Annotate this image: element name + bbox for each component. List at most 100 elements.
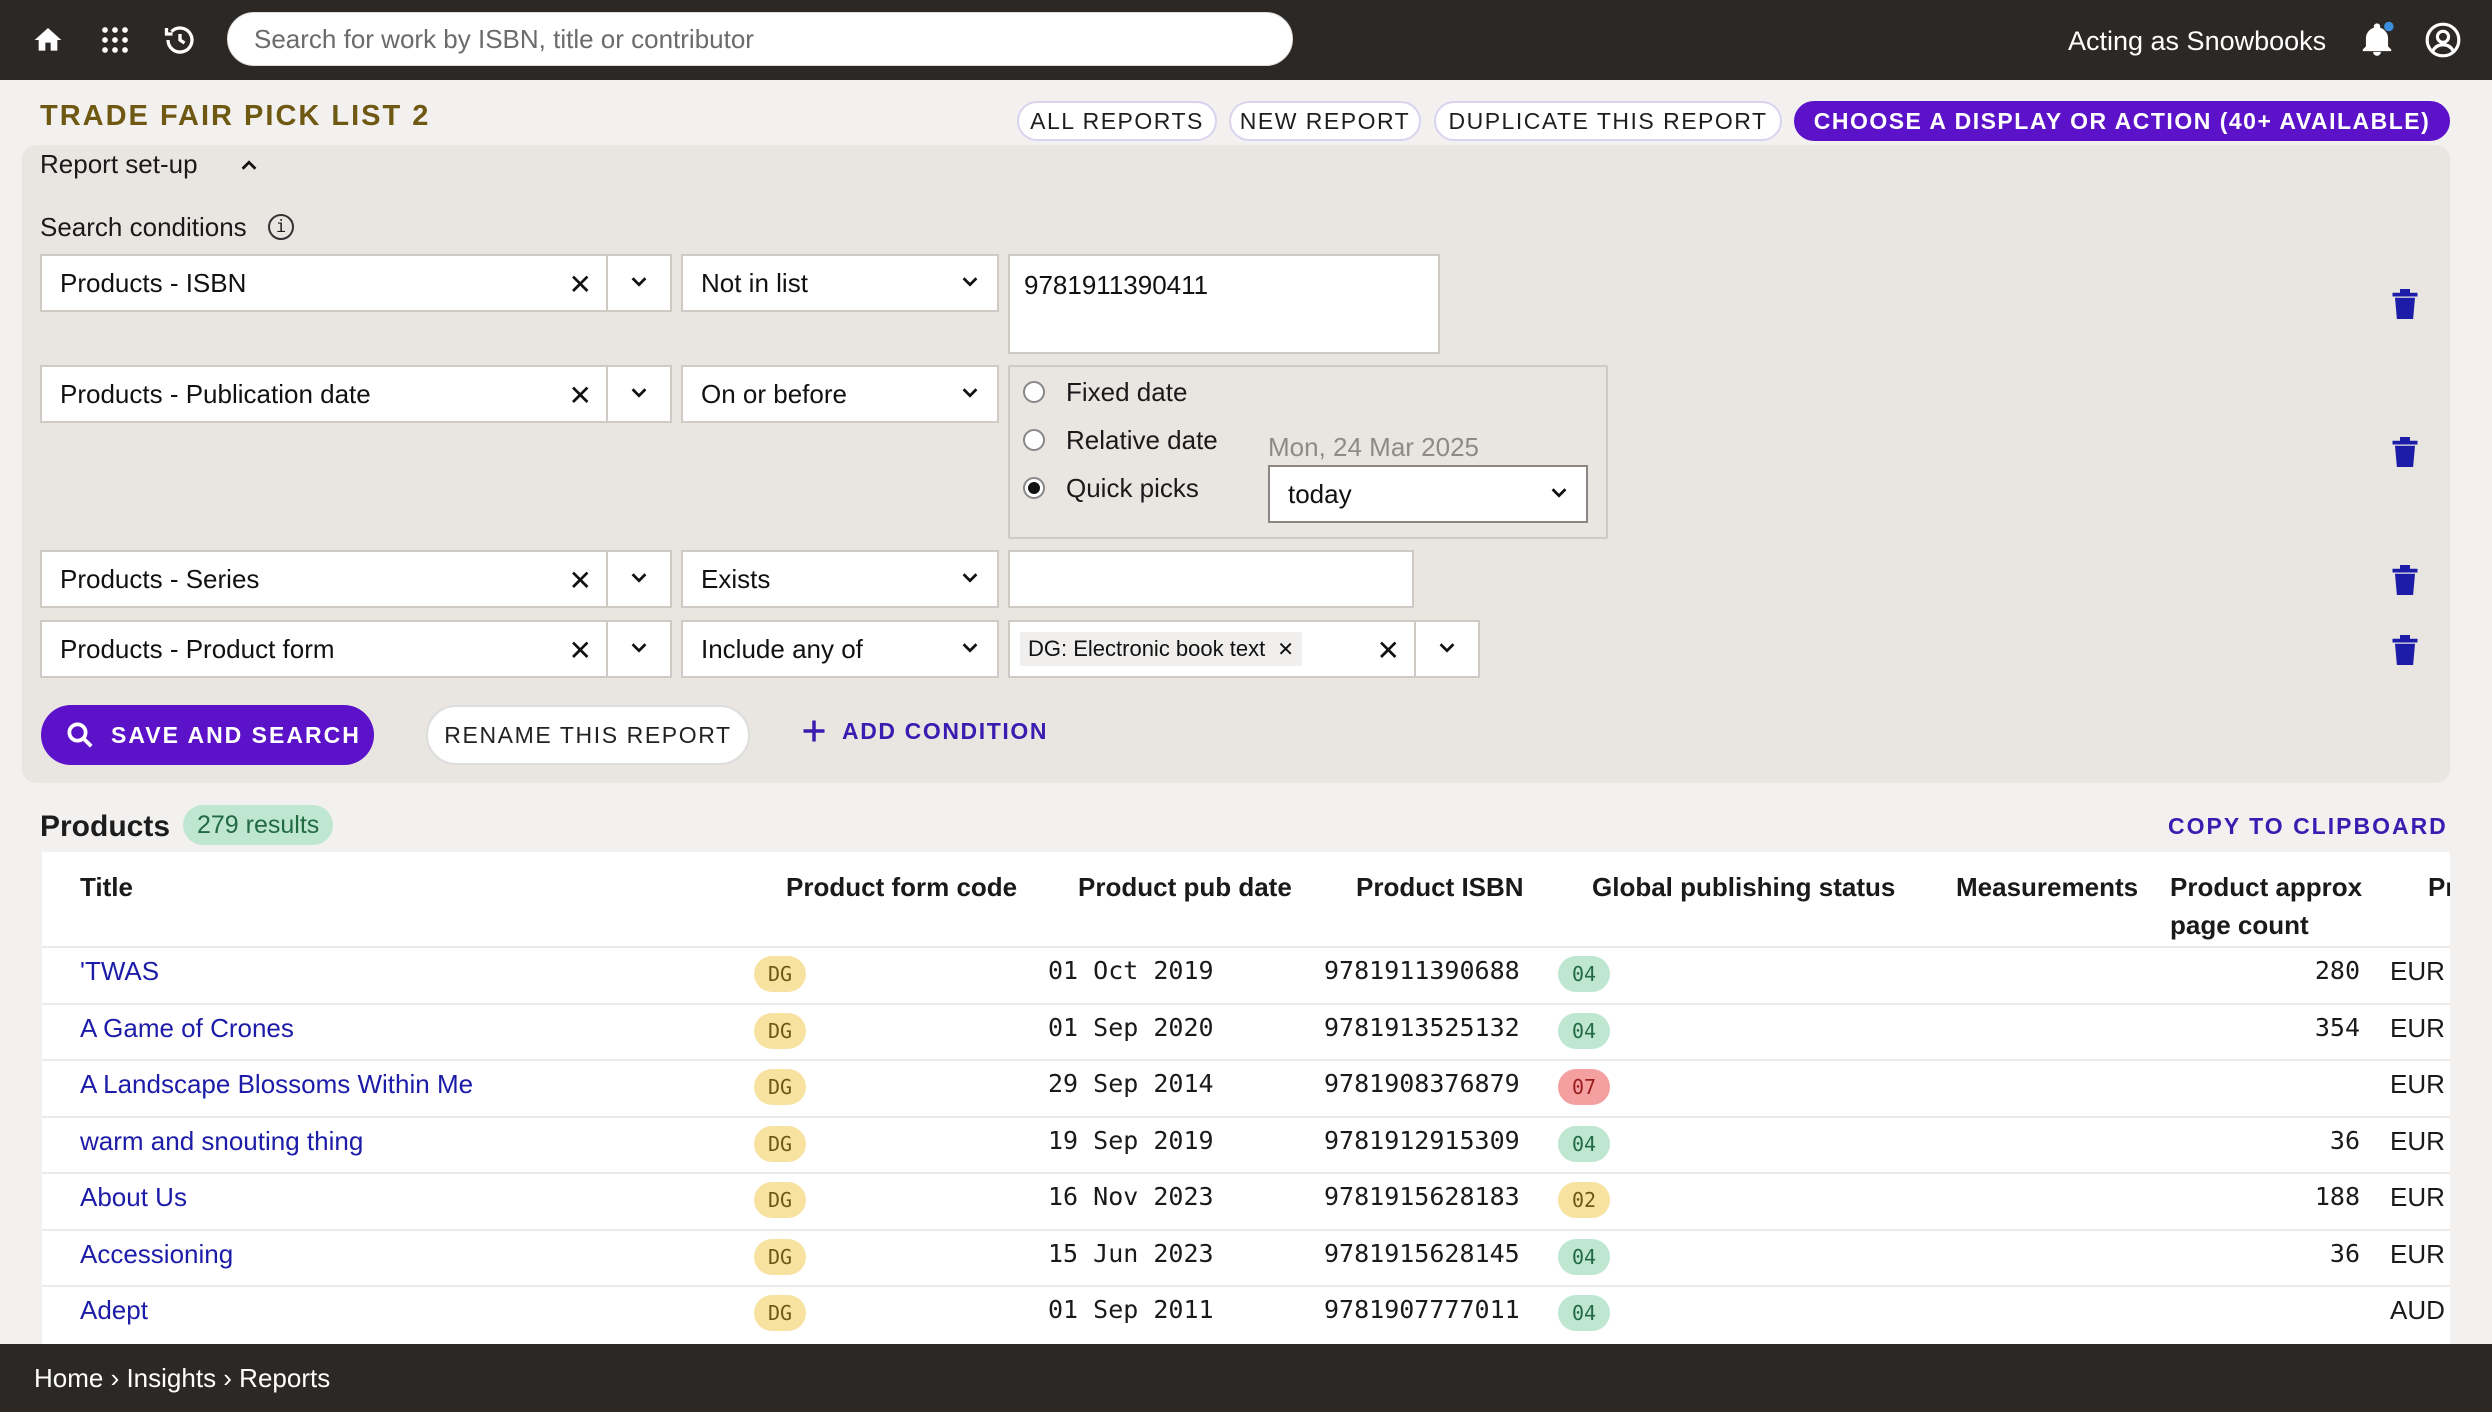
condition-operator-select[interactable]: Include any of (681, 620, 999, 678)
operator-value: Exists (701, 563, 771, 594)
title-link[interactable]: warm and snouting thing (80, 1126, 363, 1157)
divider (606, 367, 608, 421)
series-value-input[interactable] (1008, 550, 1414, 608)
save-and-search-button[interactable]: SAVE AND SEARCH (41, 705, 374, 765)
condition-operator-select[interactable]: On or before (681, 365, 999, 423)
chevron-down-icon (962, 388, 978, 398)
quick-picks-radio[interactable] (1023, 477, 1045, 499)
clear-icon[interactable]: ✕ (569, 379, 592, 412)
clear-icon[interactable]: ✕ (1377, 634, 1400, 667)
page-count: 280 (2314, 956, 2360, 985)
apps-grid-icon[interactable] (95, 20, 135, 60)
choose-display-action-button[interactable]: CHOOSE A DISPLAY OR ACTION (40+ AVAILABL… (1794, 101, 2450, 141)
column-header-measurements[interactable]: Measurements (1956, 868, 2138, 906)
title-link[interactable]: About Us (80, 1182, 187, 1213)
relative-date-label: Relative date (1066, 425, 1218, 455)
chevron-up-icon (241, 160, 257, 170)
info-icon[interactable]: i (268, 214, 294, 240)
form-code-badge: DG (754, 1012, 806, 1049)
table-row[interactable]: About Us DG 16 Nov 2023 9781915628183 02 188 E… (42, 1172, 2450, 1228)
quick-pick-value: today (1288, 478, 1352, 509)
trash-icon[interactable] (2390, 286, 2420, 322)
quick-picks-label: Quick picks (1066, 473, 1199, 503)
divider (606, 552, 608, 606)
field-value: Products - Series (60, 563, 260, 594)
clear-icon[interactable]: ✕ (569, 634, 592, 667)
fixed-date-radio[interactable] (1023, 381, 1045, 403)
new-report-button[interactable]: NEW REPORT (1229, 101, 1421, 141)
trash-icon[interactable] (2390, 632, 2420, 668)
search-input[interactable] (227, 12, 1293, 66)
column-header-publishing-status[interactable]: Global publishing status (1592, 868, 1895, 906)
clear-icon[interactable]: ✕ (569, 564, 592, 597)
price: EUR : (2390, 1012, 2450, 1043)
pub-date: 19 Sep 2019 (1048, 1125, 1214, 1155)
report-setup-toggle[interactable]: Report set-up (40, 149, 257, 180)
chevron-down-icon[interactable] (1436, 636, 1458, 658)
operator-value: On or before (701, 378, 847, 409)
trash-icon[interactable] (2390, 434, 2420, 470)
form-code-badge: DG (754, 956, 806, 992)
chevron-down-icon[interactable] (628, 636, 650, 658)
pub-date: 01 Oct 2019 (1048, 956, 1214, 985)
condition-field-select[interactable]: Products - Publication date ✕ (40, 365, 672, 423)
column-header-form-code[interactable]: Product form code (786, 868, 1017, 906)
title-link[interactable]: A Landscape Blossoms Within Me (80, 1069, 473, 1100)
quick-pick-select[interactable]: today (1268, 465, 1588, 523)
isbn-list-textarea[interactable]: 9781911390411 (1008, 254, 1440, 354)
title-link[interactable]: 'TWAS (80, 956, 159, 987)
chevron-down-icon[interactable] (628, 381, 650, 403)
table-row[interactable]: warm and snouting thing DG 19 Sep 2019 9781… (42, 1115, 2450, 1172)
account-icon[interactable] (2423, 20, 2463, 60)
column-header-pub-date[interactable]: Product pub date (1078, 868, 1292, 906)
isbn: 9781907777011 (1324, 1295, 1520, 1324)
price: EUR : (2390, 956, 2450, 986)
column-header-title[interactable]: Title (80, 868, 133, 906)
condition-field-select[interactable]: Products - Product form ✕ (40, 620, 672, 678)
rename-report-button[interactable]: RENAME THIS REPORT (426, 705, 750, 765)
table-row[interactable]: Accessioning DG 15 Jun 2023 9781915628145 04… (42, 1228, 2450, 1285)
isbn: 9781915628183 (1324, 1182, 1520, 1211)
condition-field-select[interactable]: Products - Series ✕ (40, 550, 672, 608)
isbn: 9781908376879 (1324, 1069, 1520, 1098)
clear-icon[interactable]: ✕ (569, 268, 592, 301)
table-row[interactable]: A Landscape Blossoms Within Me DG 29 Sep 2… (42, 1059, 2450, 1115)
remove-tag-icon[interactable]: ✕ (1277, 637, 1294, 662)
all-reports-button[interactable]: ALL REPORTS (1017, 101, 1217, 141)
chevron-down-icon[interactable] (628, 270, 650, 292)
isbn: 9781915628145 (1324, 1238, 1520, 1268)
home-icon[interactable] (28, 20, 68, 60)
condition-operator-select[interactable]: Exists (681, 550, 999, 608)
table-row[interactable]: 'TWAS DG 01 Oct 2019 9781911390688 04 280 EUR … (42, 946, 2450, 1002)
table-row[interactable]: Adept DG 01 Sep 2011 9781907777011 04 AUD (42, 1285, 2450, 1341)
column-header-price[interactable]: Pr (2428, 868, 2450, 906)
title-link[interactable]: Adept (80, 1295, 148, 1326)
title-link[interactable]: A Game of Crones (80, 1013, 294, 1044)
condition-operator-select[interactable]: Not in list (681, 254, 999, 312)
title-link[interactable]: Accessioning (80, 1239, 233, 1270)
results-count-badge: 279 results (183, 805, 334, 845)
duplicate-report-button[interactable]: DUPLICATE THIS REPORT (1434, 101, 1782, 141)
column-header-isbn[interactable]: Product ISBN (1356, 868, 1524, 906)
search-conditions-label: Search conditions (40, 212, 247, 242)
add-condition-button[interactable]: ADD CONDITION (800, 717, 1048, 745)
add-condition-label: ADD CONDITION (842, 717, 1049, 744)
chevron-down-icon[interactable] (628, 566, 650, 588)
product-form-multiselect[interactable]: DG: Electronic book text ✕ ✕ (1008, 620, 1480, 678)
trash-icon[interactable] (2390, 562, 2420, 598)
report-setup-label: Report set-up (40, 149, 198, 179)
bell-icon[interactable] (2357, 20, 2397, 60)
form-code-badge: DG (754, 1069, 806, 1105)
status-badge: 04 (1558, 1238, 1610, 1275)
plus-icon (803, 720, 825, 742)
column-header-page-count[interactable]: Product approx page count (2170, 868, 2380, 944)
copy-to-clipboard-button[interactable]: COPY TO CLIPBOARD (2168, 813, 2448, 840)
condition-field-select[interactable]: Products - ISBN ✕ (40, 254, 672, 312)
form-code-badge: DG (754, 1182, 806, 1218)
history-icon[interactable] (160, 20, 200, 60)
page-count: 188 (2314, 1182, 2360, 1211)
form-code-badge: DG (754, 1125, 806, 1162)
table-row[interactable]: A Game of Crones DG 01 Sep 2020 97819135251… (42, 1002, 2450, 1059)
operator-value: Not in list (701, 267, 808, 298)
relative-date-radio[interactable] (1023, 429, 1045, 451)
